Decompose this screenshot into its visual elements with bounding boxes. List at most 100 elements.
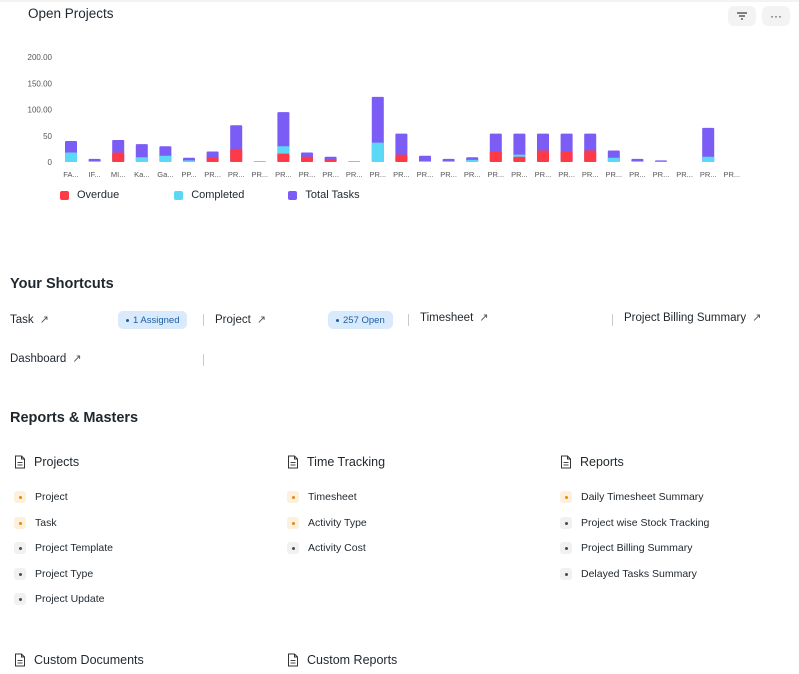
chart-legend: Overdue Completed Total Tasks — [60, 189, 388, 201]
x-tick-label: PR... — [251, 170, 268, 179]
shortcut-project-billing-summary[interactable]: Project Billing Summary ↗ — [624, 311, 761, 325]
bar-overdue[interactable] — [584, 150, 597, 162]
x-tick-label: PR... — [464, 170, 481, 179]
x-tick-label: PR... — [487, 170, 504, 179]
bar-completed[interactable] — [702, 156, 715, 162]
link-project-billing-summary[interactable]: Project Billing Summary — [560, 542, 692, 554]
y-tick-label: 100.00 — [28, 106, 53, 115]
bar-completed[interactable] — [159, 155, 172, 162]
bar-completed[interactable] — [65, 152, 77, 162]
x-tick-label: PR... — [582, 170, 599, 179]
link-delayed-tasks-summary-label: Delayed Tasks Summary — [581, 568, 697, 580]
bar-completed[interactable] — [419, 160, 431, 162]
link-activity-cost-label: Activity Cost — [308, 542, 366, 554]
bar-overdue[interactable] — [324, 159, 337, 162]
bar-completed[interactable] — [135, 157, 148, 162]
bar-overdue[interactable] — [112, 152, 125, 162]
bullet-dot-icon — [560, 568, 572, 580]
link-project-template-label: Project Template — [35, 542, 114, 554]
legend-overdue[interactable]: Overdue — [60, 189, 119, 201]
x-tick-label: PR... — [558, 170, 575, 179]
link-timesheet[interactable]: Timesheet — [287, 491, 357, 503]
bar-overdue[interactable] — [301, 156, 313, 162]
x-tick-label: PR... — [676, 170, 693, 179]
x-tick-label: PR... — [393, 170, 410, 179]
arrow-up-right-icon: ↗ — [479, 312, 489, 324]
bar-overdue[interactable] — [395, 154, 408, 162]
bar-completed[interactable] — [253, 160, 266, 162]
bar-overdue[interactable] — [537, 150, 549, 162]
link-project-update-label: Project Update — [35, 593, 105, 605]
card-custom-reports-header: Custom Reports — [287, 653, 397, 667]
x-tick-label: PR... — [723, 170, 740, 179]
bar-overdue[interactable] — [206, 157, 219, 162]
shortcut-project-label: Project — [215, 313, 251, 326]
bar-completed[interactable] — [348, 160, 361, 162]
link-task[interactable]: Task — [14, 517, 57, 529]
bullet-dot-icon — [14, 593, 26, 605]
shortcut-task-label: Task — [10, 313, 34, 326]
x-tick-label: PR... — [605, 170, 622, 179]
link-project[interactable]: Project — [14, 491, 68, 503]
shortcut-project[interactable]: Project ↗ — [215, 313, 267, 327]
link-project-template[interactable]: Project Template — [14, 542, 113, 554]
legend-completed[interactable]: Completed — [174, 189, 244, 201]
x-tick-label: PR... — [440, 170, 457, 179]
legend-total-tasks[interactable]: Total Tasks — [288, 189, 360, 201]
shortcut-divider — [612, 314, 613, 326]
bar-completed[interactable] — [183, 160, 195, 162]
bar-completed[interactable] — [607, 157, 620, 162]
bar-overdue[interactable] — [513, 156, 526, 162]
shortcut-task[interactable]: Task ↗ — [10, 313, 49, 327]
link-activity-type[interactable]: Activity Type — [287, 517, 367, 529]
link-delayed-tasks-summary[interactable]: Delayed Tasks Summary — [560, 568, 697, 580]
x-tick-label: PR... — [535, 170, 552, 179]
bar-completed[interactable] — [655, 161, 667, 162]
bar-completed[interactable] — [442, 160, 455, 162]
bar-completed[interactable] — [88, 160, 101, 162]
bar-completed[interactable] — [371, 142, 384, 162]
shortcut-divider — [203, 354, 204, 366]
link-project-billing-summary-label: Project Billing Summary — [581, 542, 693, 554]
shortcut-dashboard[interactable]: Dashboard ↗ — [10, 352, 82, 366]
shortcuts-section-title: Your Shortcuts — [10, 276, 114, 292]
bullet-dot-icon — [287, 491, 299, 503]
link-activity-cost[interactable]: Activity Cost — [287, 542, 366, 554]
more-options-button[interactable]: ··· — [762, 6, 790, 26]
bullet-dot-icon — [560, 542, 572, 554]
link-project-type[interactable]: Project Type — [14, 568, 93, 580]
card-custom-reports-title: Custom Reports — [307, 653, 398, 667]
bar-completed[interactable] — [631, 160, 644, 162]
arrow-up-right-icon: ↗ — [256, 314, 267, 326]
legend-overdue-swatch — [60, 190, 69, 200]
card-custom-documents-header: Custom Documents — [14, 653, 144, 667]
x-tick-label: PR... — [299, 170, 316, 179]
filter-icon — [737, 12, 747, 20]
bullet-dot-icon — [14, 542, 26, 554]
card-reports-header: Reports — [560, 455, 624, 469]
bullet-dot-icon — [14, 517, 26, 529]
shortcut-timesheet[interactable]: Timesheet ↗ — [420, 311, 489, 325]
x-tick-label: PR... — [629, 170, 646, 179]
chart-title: Open Projects — [28, 6, 114, 21]
y-tick-label: 150.00 — [28, 79, 53, 88]
link-daily-timesheet-summary-label: Daily Timesheet Summary — [581, 491, 704, 503]
bar-overdue[interactable] — [230, 148, 243, 162]
bullet-dot-icon — [560, 517, 572, 529]
arrow-up-right-icon: ↗ — [72, 353, 82, 365]
link-daily-timesheet-summary[interactable]: Daily Timesheet Summary — [560, 491, 704, 503]
x-tick-label: FA... — [63, 170, 78, 179]
project-open-badge-label: 257 Open — [343, 314, 385, 326]
x-tick-label: Ka... — [134, 170, 149, 179]
project-open-badge: 257 Open — [328, 311, 393, 329]
bar-overdue[interactable] — [489, 151, 502, 163]
link-project-type-label: Project Type — [35, 568, 94, 580]
x-tick-label: PR... — [369, 170, 386, 179]
link-project-update[interactable]: Project Update — [14, 593, 104, 605]
link-project-wise-stock-tracking[interactable]: Project wise Stock Tracking — [560, 517, 709, 529]
bar-overdue[interactable] — [277, 153, 290, 162]
x-tick-label: PR... — [275, 170, 292, 179]
filter-button[interactable] — [728, 6, 756, 26]
bar-overdue[interactable] — [560, 151, 573, 163]
bar-completed[interactable] — [466, 159, 479, 162]
